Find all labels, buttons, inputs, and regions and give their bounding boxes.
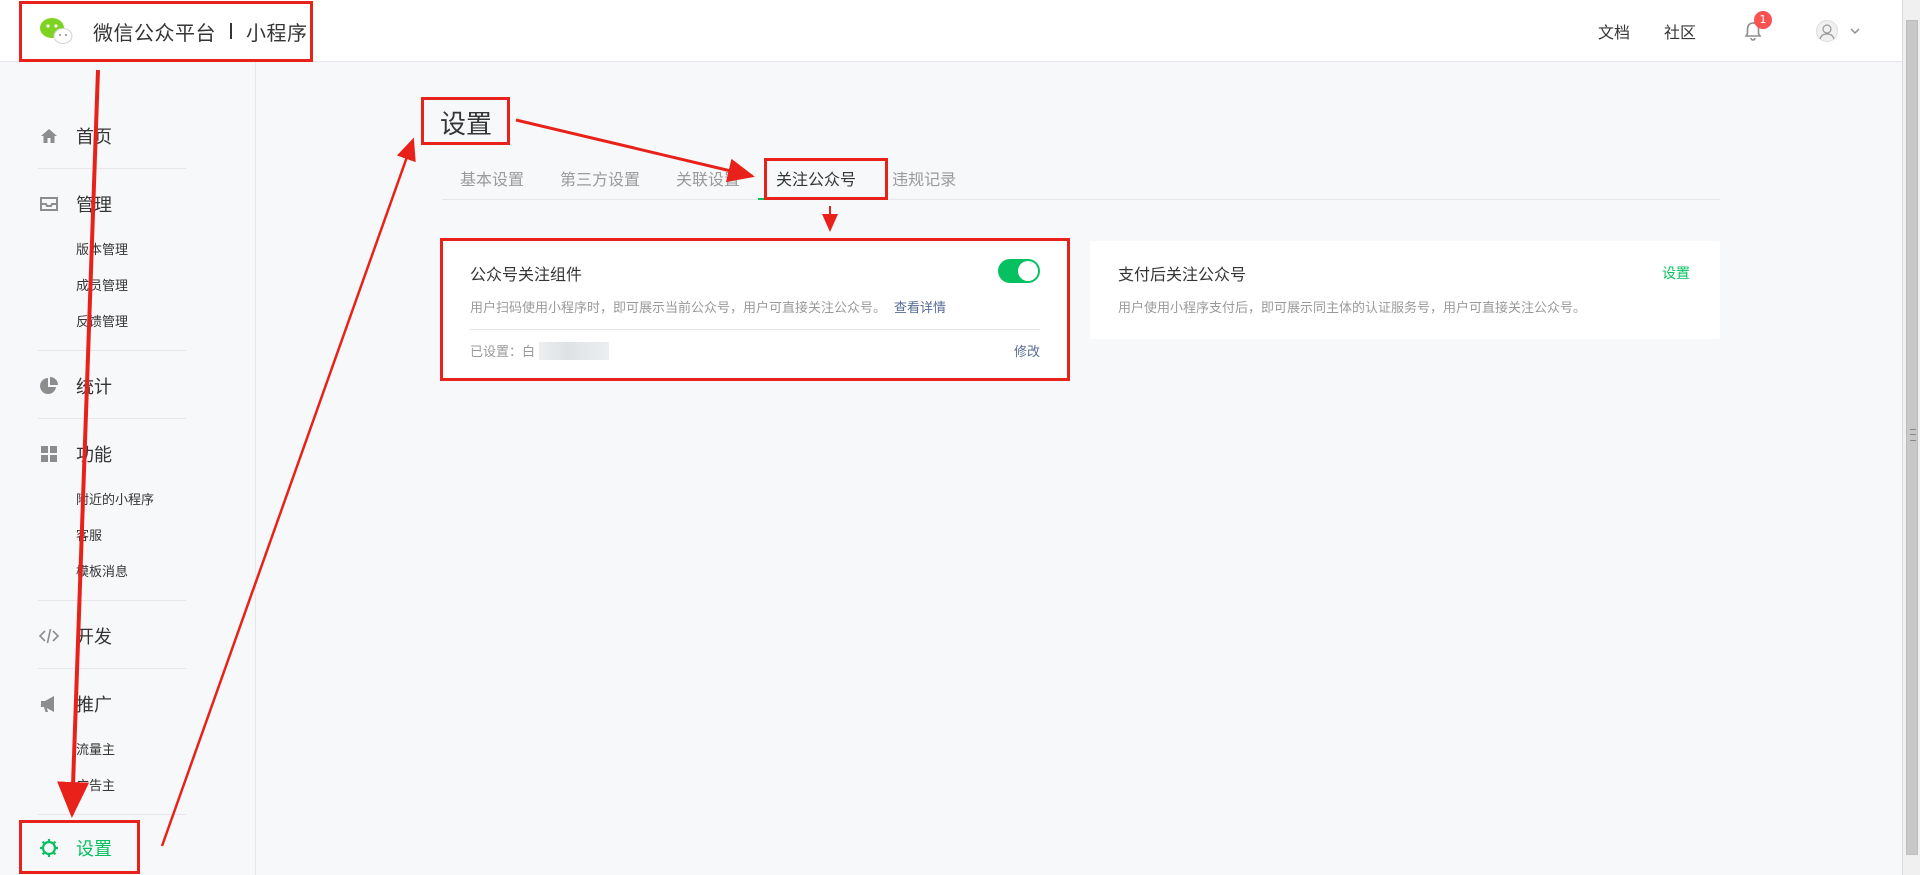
sidebar-divider bbox=[38, 600, 186, 601]
sidebar: 首页 管理 版本管理 成员管理 反馈管理 统计 功能 附近的小程序 客服 模板消… bbox=[0, 62, 256, 875]
wechat-logo-icon bbox=[38, 16, 74, 46]
sidebar-item-promote[interactable]: 推广 bbox=[38, 692, 186, 716]
tab-third-party-settings[interactable]: 第三方设置 bbox=[542, 160, 658, 200]
megaphone-icon bbox=[38, 693, 60, 715]
sidebar-item-stats[interactable]: 统计 bbox=[38, 374, 186, 398]
tab-violation-records[interactable]: 违规记录 bbox=[874, 160, 974, 200]
setup-link[interactable]: 设置 bbox=[1662, 263, 1690, 283]
sidebar-item-features[interactable]: 功能 bbox=[38, 442, 186, 466]
sidebar-item-feedback-manage[interactable]: 反馈管理 bbox=[76, 305, 186, 341]
sidebar-item-home[interactable]: 首页 bbox=[38, 124, 186, 148]
sidebar-item-advertiser[interactable]: 广告主 bbox=[76, 769, 186, 805]
sidebar-group-manage: 管理 版本管理 成员管理 反馈管理 bbox=[38, 192, 186, 341]
sidebar-divider bbox=[38, 350, 186, 351]
sidebar-item-member-manage[interactable]: 成员管理 bbox=[76, 269, 186, 305]
sidebar-group-features: 功能 附近的小程序 客服 模板消息 bbox=[38, 442, 186, 591]
brand[interactable]: 微信公众平台 小程序 bbox=[38, 16, 308, 46]
grid-icon bbox=[38, 443, 60, 465]
page-title: 设置 bbox=[440, 110, 493, 140]
card-divider bbox=[470, 329, 1040, 330]
community-link[interactable]: 社区 bbox=[1664, 19, 1696, 43]
scrollbar-grip bbox=[1910, 429, 1916, 441]
brand-separator bbox=[230, 23, 232, 39]
tab-basic-settings[interactable]: 基本设置 bbox=[442, 160, 542, 200]
tab-association-settings[interactable]: 关联设置 bbox=[658, 160, 758, 200]
sidebar-item-settings[interactable]: 设置 bbox=[38, 836, 186, 860]
card-status: 已设置：白 bbox=[470, 341, 610, 360]
sidebar-item-label: 推广 bbox=[76, 695, 112, 716]
top-nav: 文档 社区 1 bbox=[1564, 0, 1862, 62]
sidebar-item-develop[interactable]: 开发 bbox=[38, 624, 186, 648]
pie-chart-icon bbox=[38, 375, 60, 397]
scrollbar-thumb[interactable] bbox=[1906, 20, 1918, 855]
follow-after-pay-card: 支付后关注公众号 设置 用户使用小程序支付后，即可展示同主体的认证服务号，用户可… bbox=[1090, 241, 1720, 339]
brand-product: 小程序 bbox=[246, 20, 308, 45]
sidebar-item-label: 开发 bbox=[76, 627, 112, 648]
brand-name: 微信公众平台 bbox=[93, 20, 216, 45]
follow-component-card: 公众号关注组件 用户扫码使用小程序时，即可展示当前公众号，用户可直接关注公众号。… bbox=[442, 241, 1068, 379]
docs-link[interactable]: 文档 bbox=[1598, 19, 1630, 43]
sidebar-item-nearby-miniprogram[interactable]: 附近的小程序 bbox=[76, 483, 186, 519]
status-text: 已设置：白 bbox=[470, 345, 536, 360]
tab-follow-official-account[interactable]: 关注公众号 bbox=[758, 160, 875, 200]
chevron-down-icon[interactable] bbox=[1848, 24, 1862, 38]
sidebar-item-manage[interactable]: 管理 bbox=[38, 192, 186, 216]
annotation-arrows bbox=[57, 69, 838, 847]
notification-badge: 1 bbox=[1754, 11, 1772, 29]
card-title: 支付后关注公众号 bbox=[1118, 265, 1247, 284]
inbox-icon bbox=[38, 193, 60, 215]
redacted-account-name bbox=[539, 341, 610, 360]
sidebar-divider bbox=[38, 814, 186, 815]
gear-icon bbox=[38, 837, 60, 859]
view-details-link[interactable]: 查看详情 bbox=[894, 301, 946, 316]
sidebar-item-label: 管理 bbox=[76, 195, 112, 216]
sidebar-item-customer-service[interactable]: 客服 bbox=[76, 519, 186, 555]
sidebar-item-label: 统计 bbox=[76, 377, 112, 398]
card-description: 用户扫码使用小程序时，即可展示当前公众号，用户可直接关注公众号。 查看详情 bbox=[470, 297, 946, 316]
card-desc-text: 用户扫码使用小程序时，即可展示当前公众号，用户可直接关注公众号。 bbox=[470, 301, 887, 316]
sidebar-divider bbox=[38, 668, 186, 669]
sidebar-divider bbox=[38, 418, 186, 419]
top-bar: 微信公众平台 小程序 文档 社区 1 bbox=[0, 0, 1902, 62]
edit-link[interactable]: 修改 bbox=[1014, 341, 1040, 360]
sidebar-item-version-manage[interactable]: 版本管理 bbox=[76, 233, 186, 269]
home-icon bbox=[38, 125, 60, 147]
settings-tabs: 基本设置 第三方设置 关联设置 关注公众号 违规记录 bbox=[442, 160, 1720, 200]
sidebar-group-promote: 推广 流量主 广告主 bbox=[38, 692, 186, 805]
sidebar-item-label: 设置 bbox=[76, 839, 112, 860]
sidebar-item-label: 功能 bbox=[76, 445, 112, 466]
sidebar-item-template-message[interactable]: 模板消息 bbox=[76, 555, 186, 591]
code-icon bbox=[38, 625, 60, 647]
follow-component-toggle[interactable] bbox=[998, 259, 1040, 283]
sidebar-divider bbox=[38, 168, 186, 169]
toggle-knob bbox=[1018, 261, 1038, 281]
sidebar-item-label: 首页 bbox=[76, 127, 112, 148]
avatar[interactable] bbox=[1816, 20, 1838, 42]
card-title: 公众号关注组件 bbox=[470, 265, 583, 284]
notification-bell[interactable]: 1 bbox=[1742, 11, 1772, 42]
scrollbar[interactable] bbox=[1902, 0, 1920, 875]
sidebar-item-traffic-owner[interactable]: 流量主 bbox=[76, 733, 186, 769]
card-description: 用户使用小程序支付后，即可展示同主体的认证服务号，用户可直接关注公众号。 bbox=[1118, 301, 1587, 316]
